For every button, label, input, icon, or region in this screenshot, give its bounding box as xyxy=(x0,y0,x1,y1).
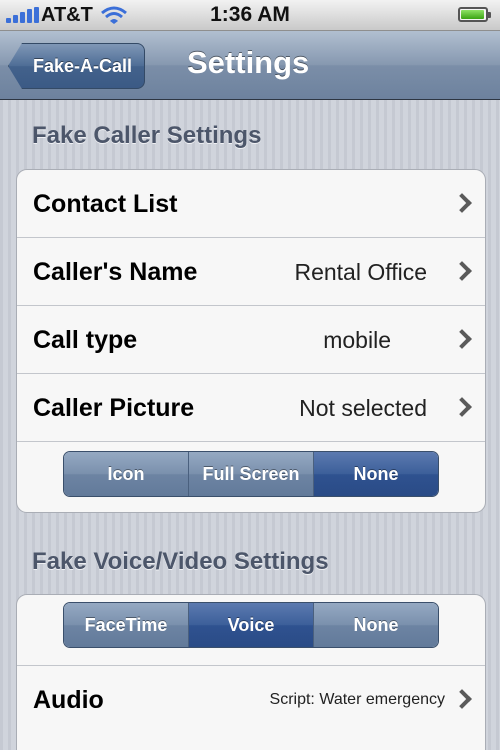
row-contact-list[interactable]: Contact List xyxy=(17,170,485,238)
row-call-type[interactable]: Call type mobile xyxy=(17,306,485,374)
row-value: Not selected xyxy=(299,395,427,421)
row-caller-picture[interactable]: Caller Picture Not selected xyxy=(17,374,485,442)
caller-picture-segmented-control: Icon Full Screen None xyxy=(63,451,439,497)
chevron-right-icon xyxy=(452,329,472,349)
voice-mode-segmented-control: FaceTime Voice None xyxy=(63,602,439,648)
page-title: Settings xyxy=(187,45,310,80)
battery-icon xyxy=(458,7,491,22)
navigation-bar: Fake-A-Call Settings xyxy=(0,31,500,100)
row-label: Contact List xyxy=(33,190,178,218)
back-button[interactable]: Fake-A-Call xyxy=(8,43,146,89)
row-value: Rental Office xyxy=(294,259,427,285)
status-time: 1:36 AM xyxy=(210,3,290,26)
chevron-right-icon xyxy=(452,689,472,709)
row-value: Script: Water emergency xyxy=(269,691,445,708)
row-value: mobile xyxy=(323,327,391,353)
row-label: Audio xyxy=(33,686,104,714)
fake-voice-group: FaceTime Voice None Audio Script: Water … xyxy=(16,594,486,750)
row-label: Caller's Name xyxy=(33,258,198,286)
row-callers-name[interactable]: Caller's Name Rental Office xyxy=(17,238,485,306)
segment-none[interactable]: None xyxy=(314,603,438,647)
chevron-right-icon xyxy=(452,397,472,417)
row-label: Call type xyxy=(33,326,138,354)
status-bar: AT&T 1:36 AM xyxy=(0,0,500,31)
section-header-fake-caller: Fake Caller Settings xyxy=(32,122,262,149)
caller-picture-segment-row: Icon Full Screen None xyxy=(17,442,485,512)
voice-mode-segment-row: FaceTime Voice None xyxy=(17,595,485,666)
chevron-right-icon xyxy=(452,261,472,281)
segment-none[interactable]: None xyxy=(314,452,438,496)
segment-icon[interactable]: Icon xyxy=(64,452,189,496)
section-header-fake-voice: Fake Voice/Video Settings xyxy=(32,548,329,575)
chevron-right-icon xyxy=(452,193,472,213)
segment-full-screen[interactable]: Full Screen xyxy=(189,452,314,496)
row-label: Caller Picture xyxy=(33,394,195,422)
segment-facetime[interactable]: FaceTime xyxy=(64,603,189,647)
row-audio[interactable]: Audio Script: Water emergency xyxy=(17,666,485,734)
fake-caller-group: Contact List Caller's Name Rental Office… xyxy=(16,169,486,513)
segment-voice[interactable]: Voice xyxy=(189,603,314,647)
